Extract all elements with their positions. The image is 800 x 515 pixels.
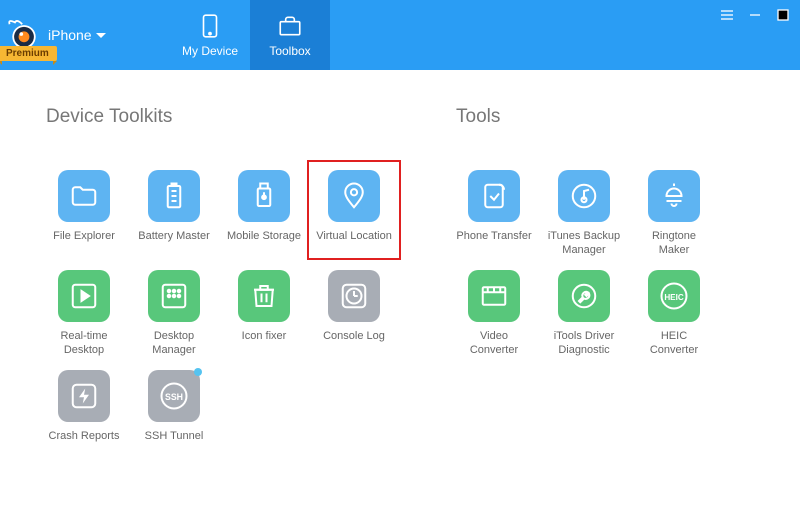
tools-grid: Phone Transfer iTunes Backup Manager Ringt…	[456, 170, 756, 358]
minimize-button[interactable]	[746, 6, 764, 24]
tools-section: Tools Phone Transfer iTunes Backup Manage…	[456, 106, 756, 458]
tab-my-device-label: My Device	[182, 44, 238, 58]
tool-label: Icon fixer	[242, 330, 287, 358]
tool-label: Virtual Location	[316, 230, 392, 258]
tool-heic_converter[interactable]: HEIC HEIC Converter	[636, 270, 712, 358]
pin-icon	[328, 170, 380, 222]
device-toolkits-section: Device Toolkits File Explorer Battery Mas…	[46, 106, 416, 458]
tool-label: File Explorer	[53, 230, 115, 258]
tool-label: HEIC Converter	[636, 330, 712, 358]
tool-label: Video Converter	[456, 330, 532, 358]
itunes-icon	[558, 170, 610, 222]
tool-video_converter[interactable]: Video Converter	[456, 270, 532, 358]
close-button[interactable]	[774, 6, 792, 24]
tool-ringtone_maker[interactable]: Ringtone Maker	[636, 170, 712, 258]
tab-toolbox[interactable]: Toolbox	[250, 0, 330, 70]
heic-icon: HEIC	[648, 270, 700, 322]
tool-label: Mobile Storage	[227, 230, 301, 258]
tools-title: Tools	[456, 106, 756, 128]
svg-text:HEIC: HEIC	[664, 293, 684, 302]
tool-label: Console Log	[323, 330, 385, 358]
tool-label: Battery Master	[138, 230, 210, 258]
window-controls	[718, 6, 792, 24]
svg-text:SSH: SSH	[165, 392, 183, 402]
tool-label: iTools Driver Diagnostic	[546, 330, 622, 358]
toolkit-battery_master[interactable]: Battery Master	[136, 170, 212, 258]
chevron-down-icon	[96, 33, 106, 38]
toolkit-realtime_desktop[interactable]: Real-time Desktop	[46, 270, 122, 358]
bell-icon	[648, 170, 700, 222]
tool-label: Phone Transfer	[456, 230, 531, 258]
menu-button[interactable]	[718, 6, 736, 24]
transfer-icon	[468, 170, 520, 222]
folder-icon	[58, 170, 110, 222]
tool-label: Ringtone Maker	[636, 230, 712, 258]
grid-icon	[148, 270, 200, 322]
premium-badge: Premium	[0, 46, 57, 61]
device-selector-label: iPhone	[48, 27, 92, 43]
toolkit-mobile_storage[interactable]: Mobile Storage	[226, 170, 302, 258]
toolkit-console_log[interactable]: Console Log	[316, 270, 392, 358]
toolkit-file_explorer[interactable]: File Explorer	[46, 170, 122, 258]
tool-label: Desktop Manager	[136, 330, 212, 358]
tab-my-device[interactable]: My Device	[170, 0, 250, 70]
toolkit-crash_reports[interactable]: Crash Reports	[46, 370, 122, 458]
toolkit-desktop_manager[interactable]: Desktop Manager	[136, 270, 212, 358]
tool-itunes_backup[interactable]: iTunes Backup Manager	[546, 170, 622, 258]
notification-dot	[194, 368, 202, 376]
tool-driver_diag[interactable]: iTools Driver Diagnostic	[546, 270, 622, 358]
device-toolkits-title: Device Toolkits	[46, 106, 416, 128]
wrench-icon	[558, 270, 610, 322]
toolkit-virtual_location[interactable]: Virtual Location	[316, 170, 392, 258]
ssh-icon: SSH	[148, 370, 200, 422]
play-icon	[58, 270, 110, 322]
battery-icon	[148, 170, 200, 222]
trash-icon	[238, 270, 290, 322]
usb-icon	[238, 170, 290, 222]
brand-block[interactable]: iPhone Premium	[0, 0, 170, 70]
tool-label: iTunes Backup Manager	[546, 230, 622, 258]
tool-label: SSH Tunnel	[145, 430, 204, 458]
tab-toolbox-label: Toolbox	[269, 44, 310, 58]
content-area: Device Toolkits File Explorer Battery Mas…	[0, 70, 800, 468]
clock-icon	[328, 270, 380, 322]
tool-label: Real-time Desktop	[46, 330, 122, 358]
header-tabs: My Device Toolbox	[170, 0, 330, 70]
device-toolkits-grid: File Explorer Battery Master Mobile Storag…	[46, 170, 416, 458]
toolkit-ssh_tunnel[interactable]: SSH SSH Tunnel	[136, 370, 212, 458]
video-icon	[468, 270, 520, 322]
toolkit-icon_fixer[interactable]: Icon fixer	[226, 270, 302, 358]
tool-phone_transfer[interactable]: Phone Transfer	[456, 170, 532, 258]
flash-icon	[58, 370, 110, 422]
app-header: iPhone Premium My Device Toolbox	[0, 0, 800, 70]
tool-label: Crash Reports	[49, 430, 120, 458]
